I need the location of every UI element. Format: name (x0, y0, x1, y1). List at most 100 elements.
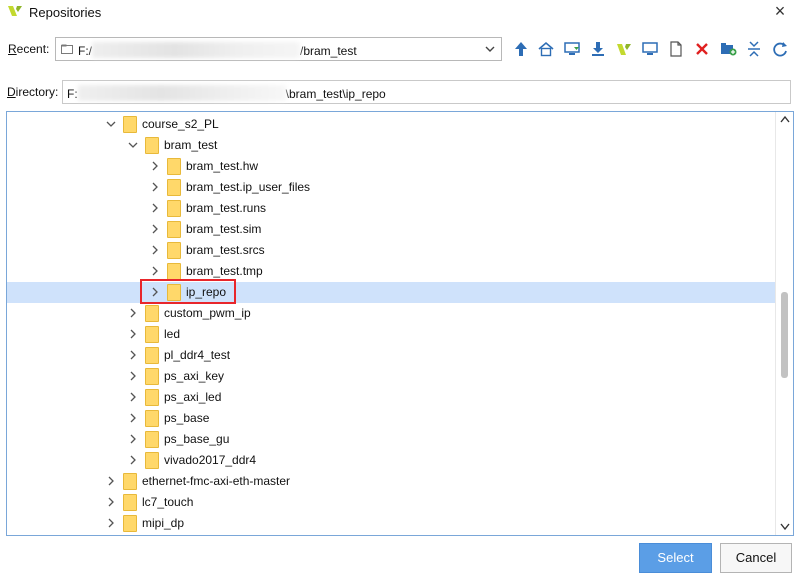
tree-node[interactable]: bram_test.srcs (7, 240, 775, 261)
tree-node[interactable]: ethernet-fmc-axi-eth-master (7, 471, 775, 492)
arrow-up-icon[interactable] (511, 38, 531, 60)
tree-node-label: ps_axi_key (164, 369, 225, 383)
chevron-right-icon[interactable] (105, 475, 117, 487)
chevron-right-icon[interactable] (127, 328, 139, 340)
tree-node-label: ps_base (164, 411, 210, 425)
tree-node[interactable]: ps_axi_key (7, 366, 775, 387)
close-icon[interactable]: × (770, 2, 790, 22)
monitor-icon[interactable] (640, 38, 660, 60)
chevron-right-icon[interactable] (105, 496, 117, 508)
folder-icon (123, 473, 137, 490)
vivado-logo-icon[interactable] (614, 38, 634, 60)
chevron-down-icon[interactable] (127, 139, 139, 151)
download-icon[interactable] (588, 38, 608, 60)
chevron-right-icon[interactable] (127, 307, 139, 319)
tree-node-label: ps_axi_led (164, 390, 222, 404)
folder-tree[interactable]: course_s2_PL bram_test bram_test.hw bram_te… (6, 111, 794, 536)
tree-node[interactable]: bram_test.hw (7, 156, 775, 177)
tree-node-label: bram_test (164, 138, 218, 152)
tree-node-label: vivado2017_ddr4 (164, 453, 257, 467)
title-bar: Repositories × (0, 0, 795, 26)
tree-node-label: bram_test.srcs (186, 243, 265, 257)
chevron-down-icon[interactable] (483, 42, 497, 56)
chevron-right-icon[interactable] (127, 433, 139, 445)
cancel-button[interactable]: Cancel (720, 543, 792, 573)
desktop-download-icon[interactable] (562, 38, 582, 60)
folder-icon (145, 431, 159, 448)
chevron-right-icon[interactable] (127, 349, 139, 361)
tree-node-label: bram_test.tmp (186, 264, 263, 278)
tree-node-label: mipi_dp (142, 516, 185, 530)
folder-icon (145, 347, 159, 364)
folder-icon (167, 221, 181, 238)
scroll-up-icon[interactable] (780, 115, 790, 123)
folder-icon (123, 494, 137, 511)
chevron-right-icon[interactable] (127, 412, 139, 424)
tree-node[interactable]: bram_test.tmp (7, 261, 775, 282)
folder-icon (123, 515, 137, 532)
tree-node[interactable]: bram_test.ip_user_files (7, 177, 775, 198)
chevron-right-icon[interactable] (127, 391, 139, 403)
tree-node[interactable]: vivado2017_ddr4 (7, 450, 775, 471)
tree-node[interactable]: ps_axi_led (7, 387, 775, 408)
directory-label: Directory: (7, 85, 59, 99)
tree-node[interactable]: custom_pwm_ip (7, 303, 775, 324)
tree-node-label: bram_test.runs (186, 201, 267, 215)
folder-icon (145, 410, 159, 427)
tree-node-label: bram_test.sim (186, 222, 262, 236)
tree-node[interactable]: bram_test (7, 135, 775, 156)
tree-node[interactable]: course_s2_PL (7, 114, 775, 135)
vivado-logo-icon (8, 6, 22, 16)
new-folder-icon[interactable] (718, 38, 738, 60)
folder-icon (145, 305, 159, 322)
folder-icon (145, 389, 159, 406)
folder-icon (61, 44, 73, 54)
home-icon[interactable] (536, 38, 556, 60)
chevron-right-icon[interactable] (149, 160, 161, 172)
directory-value: F: \bram_test\ip_repo (67, 85, 386, 101)
select-button[interactable]: Select (639, 543, 712, 573)
chevron-right-icon[interactable] (149, 202, 161, 214)
folder-icon (167, 158, 181, 175)
tree-node-label: pl_ddr4_test (164, 348, 231, 362)
tree-node-label: course_s2_PL (142, 117, 219, 131)
tree-node[interactable]: ip_repo (7, 282, 775, 303)
tree-node-label: bram_test.ip_user_files (186, 180, 311, 194)
tree-node-label: bram_test.hw (186, 159, 259, 173)
tree-node[interactable]: bram_test.sim (7, 219, 775, 240)
new-file-icon[interactable] (666, 38, 686, 60)
tree-node-label: lc7_touch (142, 495, 194, 509)
folder-icon (145, 368, 159, 385)
tree-node-label: custom_pwm_ip (164, 306, 251, 320)
refresh-icon[interactable] (770, 38, 790, 60)
tree-node-label: led (164, 327, 181, 341)
tree-node[interactable]: led (7, 324, 775, 345)
folder-icon (123, 116, 137, 133)
chevron-right-icon[interactable] (149, 265, 161, 277)
chevron-right-icon[interactable] (127, 370, 139, 382)
delete-icon[interactable] (692, 38, 712, 60)
scrollbar-thumb[interactable] (781, 292, 788, 378)
collapse-all-icon[interactable] (744, 38, 764, 60)
chevron-right-icon[interactable] (127, 454, 139, 466)
recent-value: F://bram_test (78, 42, 357, 58)
scroll-down-icon[interactable] (780, 523, 790, 531)
chevron-right-icon[interactable] (149, 181, 161, 193)
folder-icon (167, 242, 181, 259)
tree-node[interactable]: ps_base (7, 408, 775, 429)
recent-label: Recent: (8, 42, 50, 56)
folder-icon (167, 200, 181, 217)
tree-node[interactable]: pl_ddr4_test (7, 345, 775, 366)
vertical-scrollbar[interactable] (775, 112, 793, 535)
tree-node[interactable]: ps_base_gu (7, 429, 775, 450)
chevron-down-icon[interactable] (105, 118, 117, 130)
chevron-right-icon[interactable] (105, 517, 117, 529)
recent-combo[interactable]: F://bram_test (55, 37, 502, 61)
folder-icon (167, 263, 181, 280)
tree-node[interactable]: mipi_dp (7, 513, 775, 534)
directory-field[interactable]: F: \bram_test\ip_repo (62, 80, 791, 104)
chevron-right-icon[interactable] (149, 244, 161, 256)
tree-node[interactable]: bram_test.runs (7, 198, 775, 219)
chevron-right-icon[interactable] (149, 223, 161, 235)
tree-node[interactable]: lc7_touch (7, 492, 775, 513)
